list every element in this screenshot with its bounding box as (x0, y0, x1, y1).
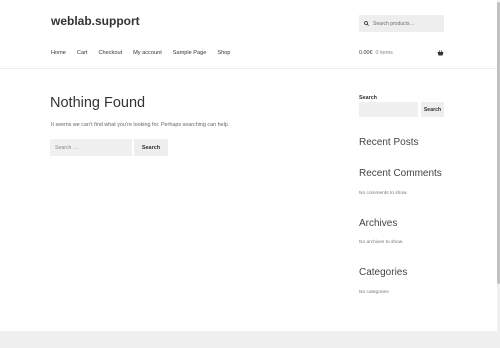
nav-item-home[interactable]: Home (51, 50, 66, 56)
widget-title-categories: Categories (359, 267, 408, 278)
nav-item-shop[interactable]: Shop (217, 50, 230, 56)
sidebar-search-label: Search (359, 95, 377, 101)
nav-item-sample-page[interactable]: Sample Page (173, 50, 207, 56)
nav-item-my-account[interactable]: My account (133, 50, 162, 56)
widget-title-archives: Archives (359, 218, 398, 229)
search-icon (364, 21, 369, 26)
widget-text-recent-comments: No comments to show. (359, 191, 408, 196)
cart-amount: 0.00€ (359, 50, 373, 56)
sidebar-search-input[interactable] (359, 102, 418, 117)
product-search-input[interactable]: Search products… (359, 15, 444, 32)
not-found-message: It seems we can’t find what you’re looki… (51, 122, 230, 128)
sidebar-search-button[interactable]: Search (421, 102, 444, 117)
main-search-placeholder: Search … (55, 144, 79, 151)
site-title[interactable]: weblab.support (51, 14, 140, 28)
product-search-placeholder: Search products… (373, 20, 415, 27)
header-cart[interactable]: 0.00€ 0 items (359, 50, 444, 56)
widget-title-recent-comments: Recent Comments (359, 168, 442, 179)
widget-text-categories: No categories (359, 290, 389, 295)
main-search-input[interactable]: Search … (50, 139, 132, 156)
main-search-button[interactable]: Search (134, 139, 168, 156)
cart-item-count: 0 items (375, 50, 393, 56)
widget-text-archives: No archives to show. (359, 240, 404, 245)
page-title: Nothing Found (50, 95, 146, 111)
site-footer (0, 331, 497, 348)
nav-item-checkout[interactable]: Checkout (99, 50, 123, 56)
basket-icon (437, 50, 444, 56)
widget-title-recent-posts: Recent Posts (359, 137, 419, 148)
nav-item-cart[interactable]: Cart (77, 50, 88, 56)
header-divider (0, 68, 497, 69)
primary-navigation: Home Cart Checkout My account Sample Pag… (51, 50, 230, 56)
